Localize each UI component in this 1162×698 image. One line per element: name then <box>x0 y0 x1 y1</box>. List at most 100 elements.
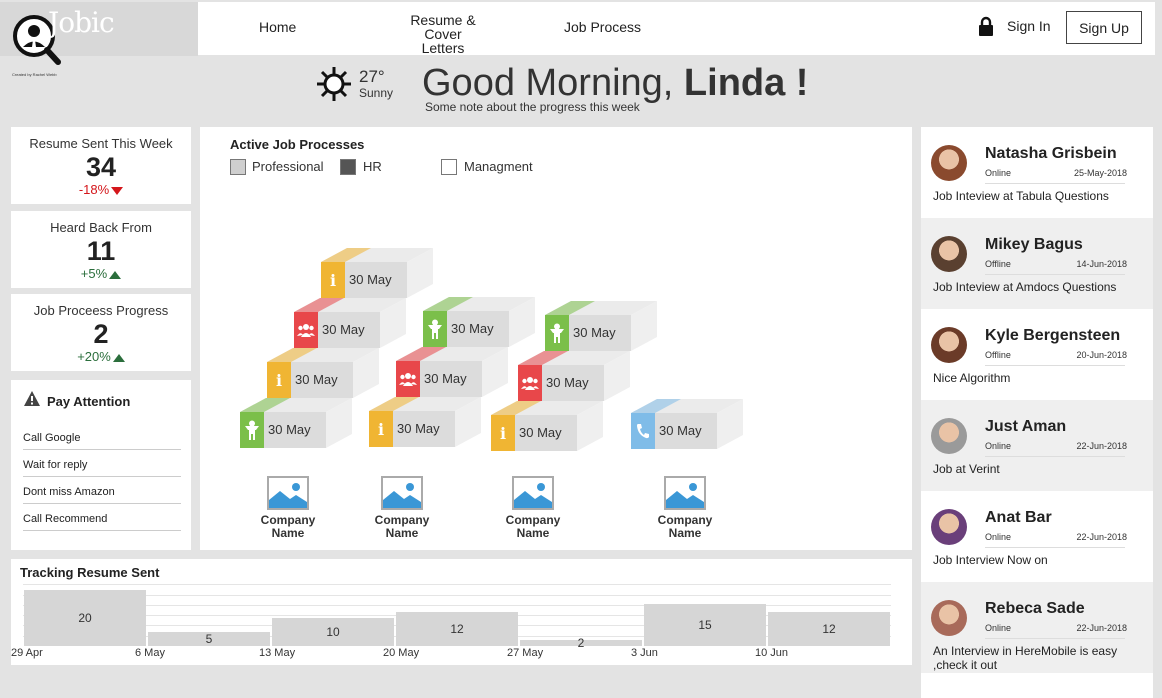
contact-name: Rebeca Sade <box>985 600 1085 617</box>
contact-status: Offline <box>985 350 1011 360</box>
process-step-info[interactable]: i 30 May <box>369 397 481 447</box>
chart-gridline <box>23 584 891 586</box>
legend-swatch-hr <box>340 159 356 175</box>
step-date-label: 30 May <box>349 272 392 287</box>
process-step-person[interactable]: 30 May <box>423 297 535 347</box>
contact-note: Job Inteview at Tabula Questions <box>933 189 1109 203</box>
legend-label-hr: HR <box>363 159 382 174</box>
company-card[interactable]: Company Name <box>493 476 573 540</box>
attention-item[interactable]: Call Google <box>23 432 181 450</box>
process-step-hr[interactable]: 30 May <box>294 298 406 348</box>
contact-name: Natasha Grisbein <box>985 145 1117 162</box>
weather-condition: Sunny <box>359 86 394 100</box>
group-icon <box>518 365 542 401</box>
process-step-hr[interactable]: 30 May <box>396 347 508 397</box>
contact-name: Kyle Bergensteen <box>985 327 1121 344</box>
legend-label-professional: Professional <box>252 159 324 174</box>
top-navigation: Home Resume & Cover Letters Job Process … <box>198 2 1155 55</box>
active-job-processes-panel: Active Job Processes Professional HR Man… <box>200 127 912 550</box>
process-step-phone[interactable]: 30 May <box>631 399 743 449</box>
chart-x-tick: 29 Apr <box>11 647 43 659</box>
contact-card[interactable]: Anat Bar Online 22-Jun-2018 Job Interview N… <box>921 491 1153 582</box>
company-label-line2: Name <box>385 526 419 540</box>
chart-x-tick: 10 Jun <box>755 647 789 659</box>
divider <box>985 456 1125 457</box>
warning-icon <box>24 391 40 406</box>
divider <box>985 638 1125 639</box>
stat-value: 2 <box>93 319 109 349</box>
legend-swatch-professional <box>230 159 246 175</box>
legend-swatch-management <box>441 159 457 175</box>
company-label-line2: Name <box>516 526 550 540</box>
process-step-person[interactable]: 30 May <box>545 301 657 351</box>
nav-job-process[interactable]: Job Process <box>564 20 641 34</box>
greeting-title: Good Morning, Linda ! <box>422 62 808 105</box>
process-step-hr[interactable]: 30 May <box>518 351 630 401</box>
stat-change: +20% <box>11 349 191 364</box>
sign-up-button[interactable]: Sign Up <box>1066 11 1142 44</box>
sun-icon <box>317 67 351 101</box>
avatar <box>931 600 967 636</box>
avatar <box>931 418 967 454</box>
sign-in-link[interactable]: Sign In <box>1007 19 1051 33</box>
nav-resume-cover-letters[interactable]: Resume & Cover Letters <box>401 13 485 55</box>
company-card[interactable]: Company Name <box>645 476 725 540</box>
contact-card[interactable]: Just Aman Online 22-Jun-2018 Job at Verint <box>921 400 1153 491</box>
chart-bar-value: 15 <box>698 617 712 632</box>
stat-title: Heard Back From <box>50 220 152 235</box>
lock-icon <box>979 16 993 36</box>
step-date-label: 30 May <box>573 325 616 340</box>
company-card[interactable]: Company Name <box>248 476 328 540</box>
image-placeholder-icon <box>267 476 309 510</box>
greeting-prefix: Good Morning, <box>422 62 684 104</box>
step-date-label: 30 May <box>268 422 311 437</box>
person-icon <box>545 315 569 351</box>
contact-date: 22-Jun-2018 <box>1076 532 1127 542</box>
attention-item[interactable]: Dont miss Amazon <box>23 486 181 504</box>
step-date-label: 30 May <box>519 425 562 440</box>
contact-card[interactable]: Natasha Grisbein Online 25-May-2018 Job Int… <box>921 127 1153 218</box>
stat-change: +5% <box>11 266 191 281</box>
process-step-info[interactable]: i 30 May <box>267 348 379 398</box>
process-step-info[interactable]: i 30 May <box>491 401 603 451</box>
attention-item[interactable]: Wait for reply <box>23 459 181 477</box>
nav-resume-line1: Resume & <box>410 12 476 28</box>
contact-date: 22-Jun-2018 <box>1076 623 1127 633</box>
divider <box>985 183 1125 184</box>
contact-card[interactable]: Mikey Bagus Offline 14-Jun-2018 Job Intevie… <box>921 218 1153 309</box>
info-icon: i <box>491 415 515 451</box>
chart-x-tick: 27 May <box>507 647 544 659</box>
contact-card[interactable]: Kyle Bergensteen Offline 20-Jun-2018 Nice A… <box>921 309 1153 400</box>
image-placeholder-icon <box>381 476 423 510</box>
contact-card[interactable]: Rebeca Sade Online 22-Jun-2018 An Interview… <box>921 582 1153 673</box>
chart-bar-value: 12 <box>450 622 464 637</box>
contact-date: 25-May-2018 <box>1073 168 1127 178</box>
tracking-title: Tracking Resume Sent <box>20 565 160 580</box>
chart-bar-value: 10 <box>326 624 340 639</box>
chart-bar-value: 5 <box>205 631 213 646</box>
company-card[interactable]: Company Name <box>362 476 442 540</box>
legend-label-management: Managment <box>464 159 533 174</box>
attention-item[interactable]: Call Recommend <box>23 513 181 531</box>
contact-status: Online <box>985 623 1012 633</box>
contact-date: 22-Jun-2018 <box>1076 441 1127 451</box>
info-icon: i <box>321 262 345 298</box>
nav-home[interactable]: Home <box>259 20 296 34</box>
contact-status: Offline <box>985 259 1011 269</box>
contact-note: Job at Verint <box>933 462 1000 476</box>
image-placeholder-icon <box>512 476 554 510</box>
process-step-person[interactable]: 30 May <box>240 398 352 448</box>
step-date-label: 30 May <box>295 372 338 387</box>
greeting-name: Linda ! <box>683 62 809 104</box>
pay-attention-panel: Pay Attention Call Google Wait for reply… <box>11 380 191 550</box>
contact-note: An Interview in HereMobile is easy ,chec… <box>933 644 1118 672</box>
nav-resume-line2: Cover Letters <box>421 26 465 56</box>
step-date-label: 30 May <box>424 371 467 386</box>
logo-area[interactable]: Jobic Created by Rachel Webb <box>0 2 198 77</box>
stat-card-job-progress: Job Proceess Progress 2 +20% <box>11 294 191 371</box>
stat-change-text: +5% <box>80 266 108 281</box>
contact-date: 14-Jun-2018 <box>1076 259 1127 269</box>
stat-value: 11 <box>86 236 116 266</box>
process-step-info[interactable]: i 30 May <box>321 248 433 298</box>
stat-change-text: +20% <box>77 349 111 364</box>
